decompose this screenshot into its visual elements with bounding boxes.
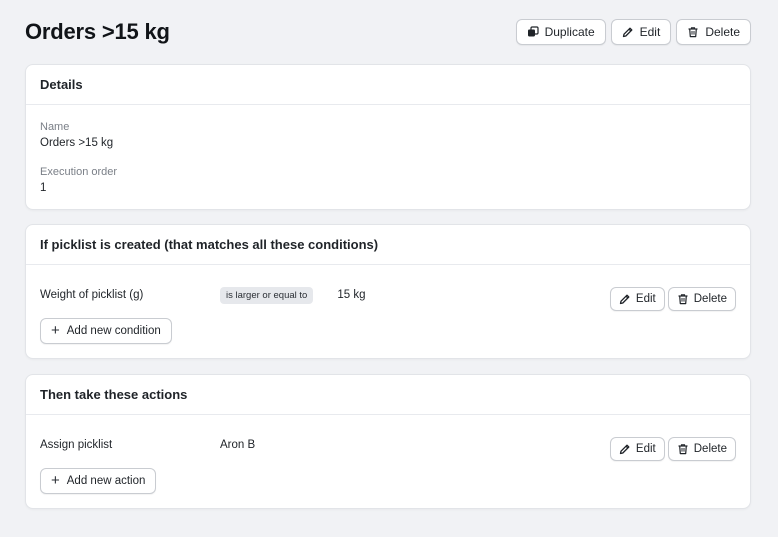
trash-icon [678,444,688,455]
pencil-icon [619,444,630,455]
action-value: Aron B [220,439,256,451]
page-title: Orders >15 kg [25,19,170,44]
delete-button[interactable]: Delete [676,19,751,45]
plus-icon: + [51,472,60,489]
name-label: Name [40,121,70,133]
name-value: Orders >15 kg [40,137,114,149]
condition-delete-label: Delete [693,293,727,305]
action-delete-button[interactable]: Delete [667,437,736,461]
conditions-card-title: If picklist is created (that matches all… [26,225,750,265]
actions-card: Then take these actions Assign picklist … [25,374,751,509]
trash-icon [678,294,688,305]
actions-card-body: Assign picklist Aron B Edit Delete + Add… [26,415,750,509]
add-action-button[interactable]: + Add new action [40,468,157,494]
action-delete-label: Delete [693,443,727,455]
condition-edit-label: Edit [635,293,656,305]
condition-edit-button[interactable]: Edit [609,287,665,311]
delete-button-label: Delete [705,25,740,39]
duplicate-button-label: Duplicate [544,25,595,39]
execution-order-field: Execution order 1 [40,166,117,194]
details-card-title: Details [26,65,750,105]
pencil-icon [619,294,630,305]
duplicate-icon [527,26,539,37]
header-actions: Duplicate Edit Delete [515,19,751,45]
trash-icon [688,27,698,38]
page-header: Orders >15 kg Duplicate Edit Delete [25,18,751,46]
add-action-label: Add new action [66,475,146,487]
condition-row-actions: Edit Delete [609,287,736,311]
actions-card-title: Then take these actions [26,375,750,415]
action-name: Assign picklist [40,439,113,451]
duplicate-button[interactable]: Duplicate [515,19,606,45]
condition-row: Weight of picklist (g) is larger or equa… [40,283,736,311]
add-condition-label: Add new condition [66,325,161,337]
condition-field: Weight of picklist (g) [40,289,144,301]
details-card: Details Name Orders >15 kg Execution ord… [25,64,751,210]
action-edit-button[interactable]: Edit [609,437,665,461]
pencil-icon [622,27,633,38]
action-edit-label: Edit [635,443,656,455]
conditions-card: If picklist is created (that matches all… [25,224,751,359]
add-condition-button[interactable]: + Add new condition [40,318,172,344]
edit-button[interactable]: Edit [610,19,672,45]
conditions-card-body: Weight of picklist (g) is larger or equa… [26,265,750,359]
execution-order-label: Execution order [40,166,118,178]
condition-delete-button[interactable]: Delete [667,287,736,311]
condition-value: 15 kg [337,289,366,301]
details-card-body: Name Orders >15 kg Execution order 1 [26,105,750,210]
condition-operator-badge: is larger or equal to [220,286,314,304]
action-row-actions: Edit Delete [609,437,736,461]
execution-order-value: 1 [40,182,47,194]
action-row: Assign picklist Aron B Edit Delete [40,433,736,461]
edit-button-label: Edit [639,25,661,39]
name-field: Name Orders >15 kg [40,121,113,149]
plus-icon: + [51,322,60,339]
